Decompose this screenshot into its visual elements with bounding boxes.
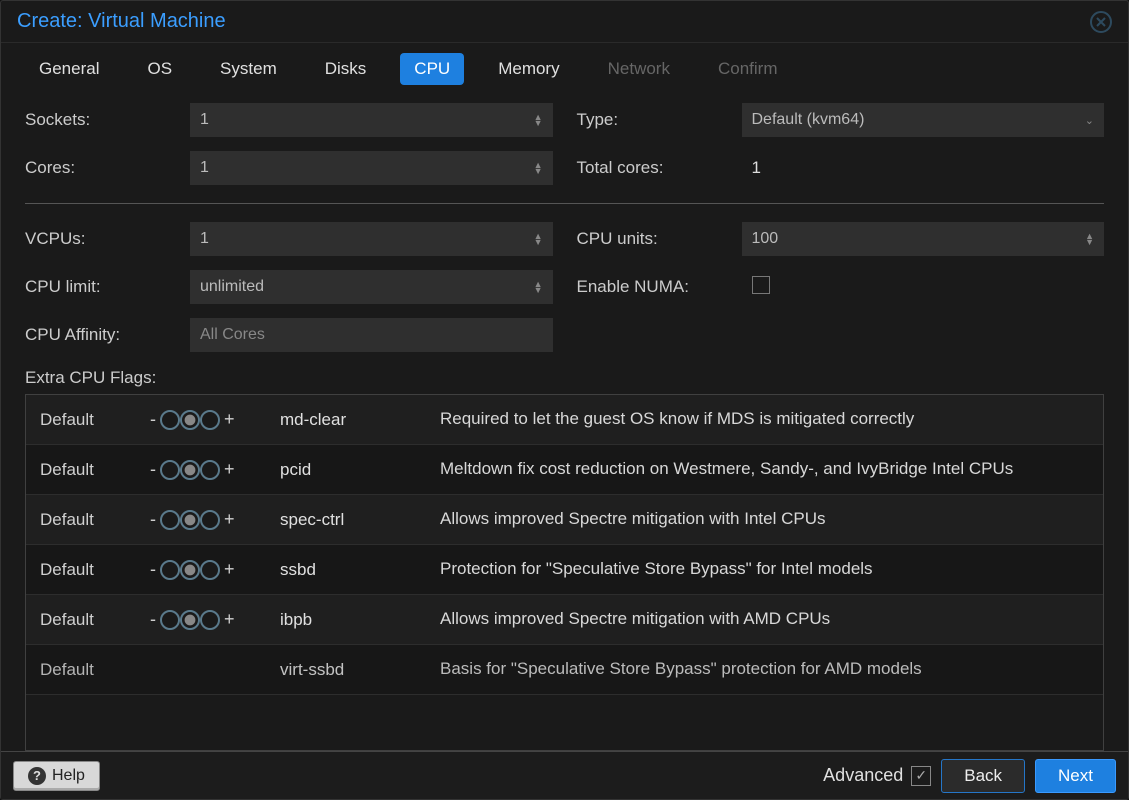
cpu-affinity-label: CPU Affinity: <box>25 325 190 345</box>
flag-name: spec-ctrl <box>280 510 440 530</box>
tab-network: Network <box>594 53 684 85</box>
spinner-icon[interactable]: ▲▼ <box>534 233 543 245</box>
row-vcpus: VCPUs: 1 ▲▼ <box>25 222 553 256</box>
row-sockets: Sockets: 1 ▲▼ <box>25 103 553 137</box>
spinner-icon[interactable]: ▲▼ <box>1085 233 1094 245</box>
flag-desc: Allows improved Spectre mitigation with … <box>440 508 1089 531</box>
row-enable-numa: Enable NUMA: <box>577 270 1105 304</box>
flag-desc: Allows improved Spectre mitigation with … <box>440 608 1089 631</box>
flag-name: pcid <box>280 460 440 480</box>
vcpus-input[interactable]: 1 ▲▼ <box>190 222 553 256</box>
flag-name: ssbd <box>280 560 440 580</box>
flag-state: Default <box>40 660 150 680</box>
sockets-input[interactable]: 1 ▲▼ <box>190 103 553 137</box>
flag-tristate-toggle[interactable]: - + <box>150 559 280 580</box>
cpu-units-input[interactable]: 100 ▲▼ <box>742 222 1105 256</box>
tab-general[interactable]: General <box>25 53 113 85</box>
row-type: Type: Default (kvm64) ⌄ <box>577 103 1105 137</box>
flag-row: Default - + md-clear Required to let the… <box>26 395 1103 445</box>
flag-name: md-clear <box>280 410 440 430</box>
total-cores-label: Total cores: <box>577 158 742 178</box>
tab-memory[interactable]: Memory <box>484 53 573 85</box>
row-total-cores: Total cores: 1 <box>577 151 1105 185</box>
row-cores: Cores: 1 ▲▼ <box>25 151 553 185</box>
flag-row: Default - + ibpb Allows improved Spectre… <box>26 595 1103 645</box>
spinner-icon[interactable]: ▲▼ <box>534 114 543 126</box>
wizard-tabs: General OS System Disks CPU Memory Netwo… <box>1 43 1128 97</box>
flag-tristate-toggle[interactable]: - + <box>150 459 280 480</box>
divider <box>25 203 1104 204</box>
cores-label: Cores: <box>25 158 190 178</box>
total-cores-value: 1 <box>742 158 761 178</box>
flag-state: Default <box>40 610 150 630</box>
cores-input[interactable]: 1 ▲▼ <box>190 151 553 185</box>
flag-row: Default - + ssbd Protection for "Specula… <box>26 545 1103 595</box>
cpu-limit-input[interactable]: unlimited ▲▼ <box>190 270 553 304</box>
advanced-toggle[interactable]: Advanced ✓ <box>823 765 931 786</box>
flag-state: Default <box>40 460 150 480</box>
sockets-label: Sockets: <box>25 110 190 130</box>
cpu-limit-label: CPU limit: <box>25 277 190 297</box>
tab-disks[interactable]: Disks <box>311 53 381 85</box>
flag-row: Default - + spec-ctrl Allows improved Sp… <box>26 495 1103 545</box>
extra-cpu-flags-title: Extra CPU Flags: <box>25 368 1104 388</box>
flag-state: Default <box>40 410 150 430</box>
content-area: Sockets: 1 ▲▼ Type: Default (kvm64) ⌄ Co… <box>1 97 1128 751</box>
tab-os[interactable]: OS <box>133 53 186 85</box>
enable-numa-label: Enable NUMA: <box>577 277 742 297</box>
flag-desc: Protection for "Speculative Store Bypass… <box>440 558 1089 581</box>
flag-tristate-toggle[interactable]: - + <box>150 409 280 430</box>
cpu-affinity-input[interactable]: All Cores <box>190 318 553 352</box>
window-title: Create: Virtual Machine <box>17 10 226 33</box>
help-button[interactable]: ? Help <box>13 761 100 791</box>
flag-name: ibpb <box>280 610 440 630</box>
tab-cpu[interactable]: CPU <box>400 53 464 85</box>
type-dropdown[interactable]: Default (kvm64) ⌄ <box>742 103 1105 137</box>
flag-row: Default - + virt-ssbd Basis for "Specula… <box>26 645 1103 695</box>
flag-name: virt-ssbd <box>280 660 440 680</box>
titlebar: Create: Virtual Machine <box>1 1 1128 43</box>
flag-desc: Basis for "Speculative Store Bypass" pro… <box>440 658 1089 681</box>
type-label: Type: <box>577 110 742 130</box>
spinner-icon[interactable]: ▲▼ <box>534 281 543 293</box>
flag-state: Default <box>40 510 150 530</box>
flag-row: Default - + pcid Meltdown fix cost reduc… <box>26 445 1103 495</box>
flag-tristate-toggle[interactable]: - + <box>150 509 280 530</box>
help-icon: ? <box>28 767 46 785</box>
spinner-icon[interactable]: ▲▼ <box>534 162 543 174</box>
advanced-checkbox[interactable]: ✓ <box>911 766 931 786</box>
row-cpu-units: CPU units: 100 ▲▼ <box>577 222 1105 256</box>
flag-desc: Meltdown fix cost reduction on Westmere,… <box>440 458 1089 481</box>
flag-desc: Required to let the guest OS know if MDS… <box>440 408 1089 431</box>
tab-confirm: Confirm <box>704 53 792 85</box>
row-cpu-limit: CPU limit: unlimited ▲▼ <box>25 270 553 304</box>
cpu-units-label: CPU units: <box>577 229 742 249</box>
dialog-footer: ? Help Advanced ✓ Back Next <box>1 751 1128 799</box>
flag-tristate-toggle[interactable]: - + <box>150 609 280 630</box>
create-vm-dialog: Create: Virtual Machine General OS Syste… <box>0 0 1129 800</box>
close-icon[interactable] <box>1090 11 1112 33</box>
next-button[interactable]: Next <box>1035 759 1116 793</box>
cpu-flags-table[interactable]: Default - + md-clear Required to let the… <box>25 394 1104 751</box>
flag-state: Default <box>40 560 150 580</box>
tab-system[interactable]: System <box>206 53 291 85</box>
chevron-down-icon: ⌄ <box>1085 114 1094 127</box>
back-button[interactable]: Back <box>941 759 1025 793</box>
vcpus-label: VCPUs: <box>25 229 190 249</box>
enable-numa-checkbox[interactable] <box>752 276 770 294</box>
row-cpu-affinity: CPU Affinity: All Cores <box>25 318 553 352</box>
